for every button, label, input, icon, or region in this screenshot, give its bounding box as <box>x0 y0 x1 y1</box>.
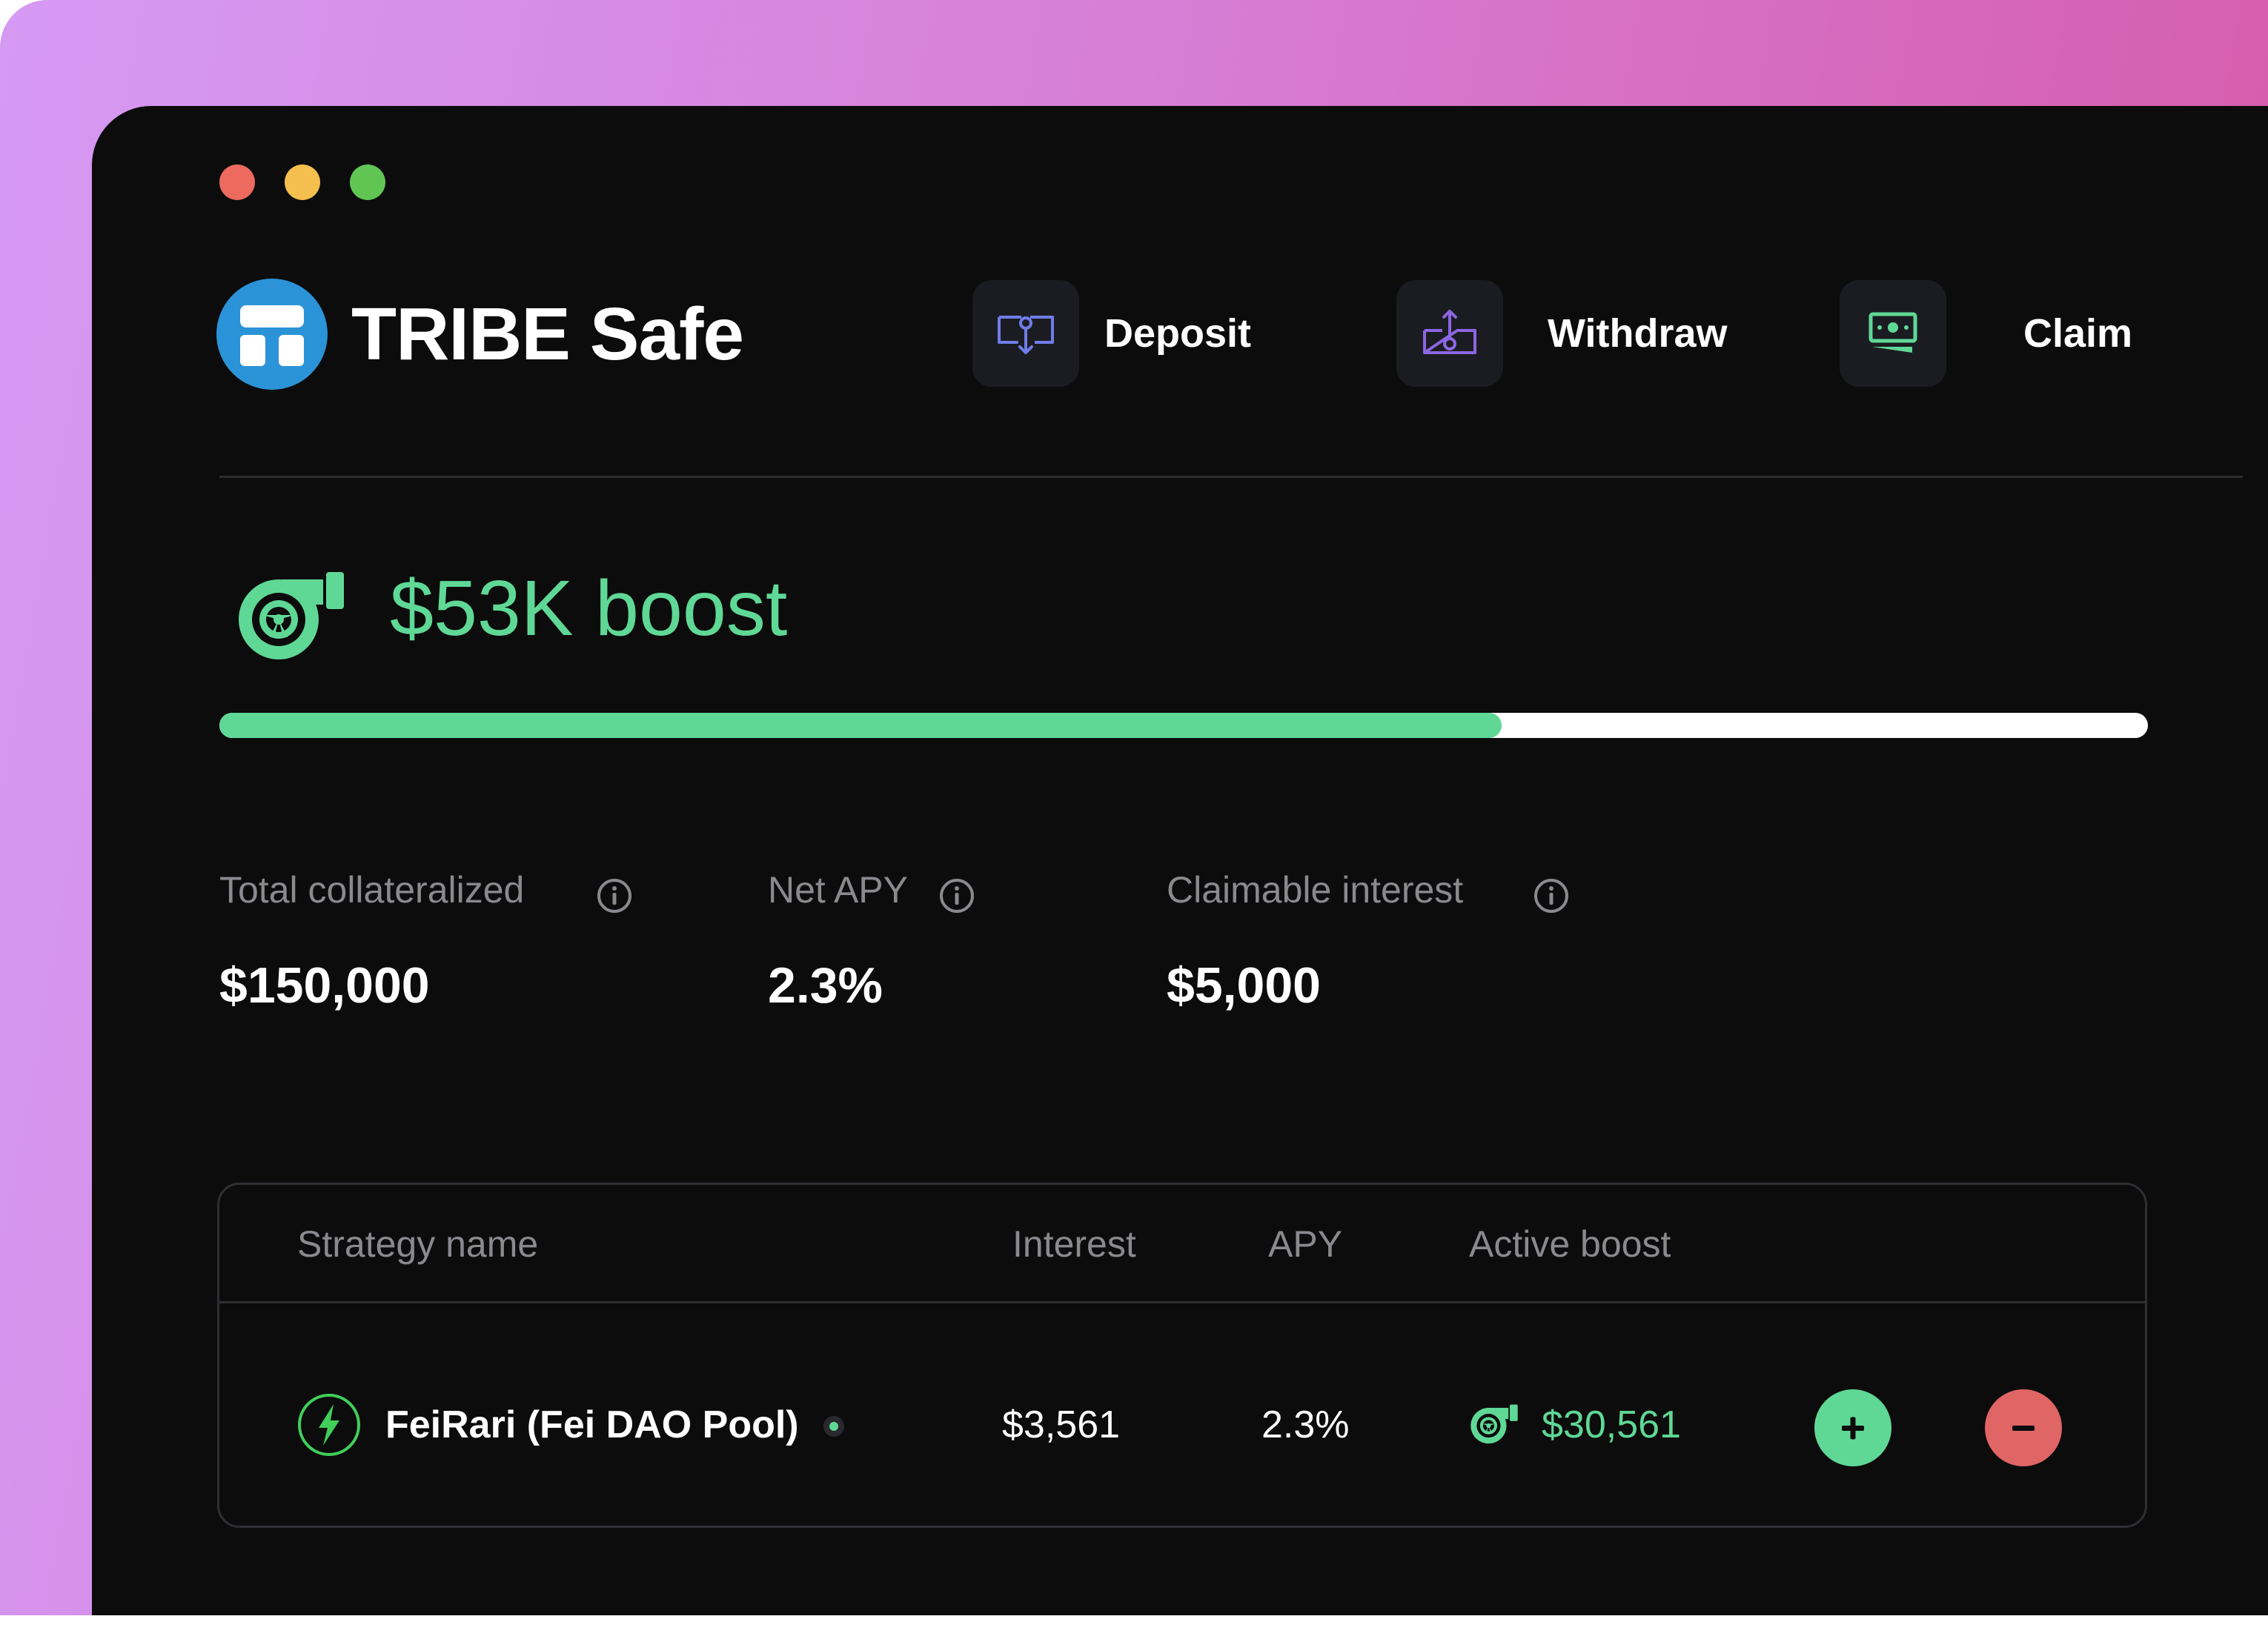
stat-value-claimable-interest: $5,000 <box>1167 957 1321 1014</box>
info-icon[interactable] <box>938 877 975 914</box>
boost-title: $53K boost <box>390 565 788 652</box>
withdraw-button[interactable]: Withdraw <box>1396 280 1730 387</box>
boost-progress-bar <box>219 713 2148 738</box>
add-boost-button[interactable] <box>1814 1389 1891 1466</box>
info-icon[interactable] <box>596 877 633 914</box>
tribe-logo <box>216 279 328 390</box>
boost-progress-fill <box>219 713 1502 738</box>
cash-icon <box>1869 312 1917 353</box>
column-header-apy: APY <box>1268 1223 1343 1265</box>
stat-label-total-collateralized: Total collateralized <box>219 869 525 911</box>
column-header-interest: Interest <box>1012 1223 1136 1265</box>
minus-icon <box>2012 1426 2035 1431</box>
withdraw-icon <box>1423 310 1476 354</box>
remove-boost-button[interactable] <box>1985 1389 2062 1466</box>
table-header-divider <box>219 1301 2145 1303</box>
withdraw-label: Withdraw <box>1548 311 1728 356</box>
strategy-name[interactable]: FeiRari (Fei DAO Pool) <box>385 1395 799 1455</box>
window-minimize-button[interactable] <box>285 164 320 200</box>
lightning-icon <box>298 1394 360 1456</box>
deposit-label: Deposit <box>1104 311 1252 356</box>
withdraw-tile <box>1396 280 1503 387</box>
claim-button[interactable]: Claim <box>1840 280 2133 387</box>
turbo-icon <box>1470 1404 1518 1444</box>
strategy-interest: $3,561 <box>1002 1403 1121 1446</box>
window-close-button[interactable] <box>219 164 255 200</box>
deposit-icon <box>998 316 1054 354</box>
strategy-apy: 2.3% <box>1261 1403 1350 1446</box>
column-header-strategy: Strategy name <box>297 1223 539 1265</box>
app-title: TRIBE Safe <box>351 293 744 376</box>
stat-value-net-apy: 2.3% <box>768 957 883 1014</box>
header-divider <box>219 476 2243 478</box>
column-header-active-boost: Active boost <box>1469 1223 1671 1265</box>
window-maximize-button[interactable] <box>350 164 385 200</box>
stat-label-net-apy: Net APY <box>768 869 908 911</box>
strategy-active-boost: $30,561 <box>1542 1403 1681 1446</box>
stat-value-total-collateralized: $150,000 <box>219 957 430 1014</box>
plus-icon <box>1842 1417 1864 1440</box>
turbo-icon <box>239 572 344 659</box>
claim-label: Claim <box>2023 311 2133 356</box>
deposit-tile <box>972 280 1079 387</box>
claim-tile <box>1840 280 1946 387</box>
stat-label-claimable-interest: Claimable interest <box>1167 869 1464 911</box>
info-icon[interactable] <box>1533 877 1570 914</box>
tribe-logo-mark <box>240 305 304 366</box>
deposit-button[interactable]: Deposit <box>972 280 1284 387</box>
status-indicator <box>823 1416 844 1437</box>
strategy-table: Strategy name Interest APY Active boost … <box>217 1183 2147 1528</box>
